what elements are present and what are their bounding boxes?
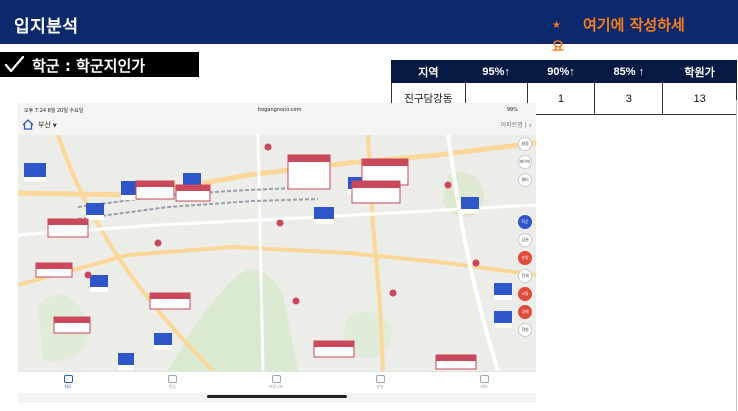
slide-title: 입지분석 bbox=[14, 17, 79, 37]
status-time: 오후 7:24 8월 20일 수요일 bbox=[24, 108, 84, 114]
school-label[interactable] bbox=[121, 181, 137, 200]
cell-85: 3 bbox=[594, 82, 664, 115]
device-status-bar: 오후 7:24 8월 20일 수요일 hogangnono.com 99% bbox=[18, 103, 536, 117]
star-icon: ★ bbox=[552, 20, 561, 31]
map-control-button[interactable]: 필터 bbox=[518, 173, 532, 187]
nav-label: 지도 bbox=[64, 384, 72, 389]
academy-label[interactable] bbox=[47, 218, 89, 238]
header-90: 90%↑ bbox=[526, 60, 596, 83]
academy-pin[interactable] bbox=[276, 219, 284, 227]
school-label[interactable] bbox=[24, 163, 46, 182]
map-view[interactable]: 설정 레이어 필터 학군 상권 분양 전세 교통 경매 학원 bbox=[18, 135, 536, 371]
academy-pin[interactable] bbox=[389, 289, 397, 297]
map-app-screenshot: 오후 7:24 8월 20일 수요일 hogangnono.com 99% 부산… bbox=[18, 103, 536, 403]
nav-item-map[interactable]: 지도 bbox=[48, 375, 88, 390]
heart-icon bbox=[167, 375, 177, 383]
region-dropdown-label: 부산 bbox=[38, 121, 51, 129]
academy-label[interactable] bbox=[287, 154, 331, 190]
header-85: 85% ↑ bbox=[594, 60, 664, 83]
chat-icon bbox=[271, 375, 281, 383]
map-control-button[interactable]: 상권 bbox=[518, 233, 532, 247]
chevron-down-icon: ▼ bbox=[52, 123, 57, 129]
nav-item-my[interactable]: 마이 bbox=[464, 375, 504, 390]
nav-item-presale[interactable]: 분양 bbox=[360, 375, 400, 390]
divider bbox=[736, 100, 737, 411]
academy-pin[interactable] bbox=[154, 239, 162, 247]
bottom-nav: 지도 관심 커뮤니티 분양 마이 bbox=[18, 371, 536, 393]
section-subtitle: 학군 : 학군지인가 bbox=[32, 57, 146, 75]
school-label[interactable] bbox=[494, 311, 512, 328]
search-icon[interactable]: ⌕ bbox=[529, 122, 532, 129]
school-label[interactable] bbox=[154, 333, 172, 350]
map-icon bbox=[63, 375, 73, 383]
header-academy: 학원가 bbox=[662, 60, 737, 83]
search-placeholder: 아파트명 | bbox=[500, 122, 527, 129]
nav-label: 마이 bbox=[480, 384, 488, 389]
map-control-button[interactable]: 전세 bbox=[518, 269, 532, 283]
map-control-button[interactable]: 교통 bbox=[518, 287, 532, 301]
map-control-button[interactable]: 경매 bbox=[518, 305, 532, 319]
header-region: 지역 bbox=[391, 60, 466, 83]
school-label[interactable] bbox=[461, 197, 479, 214]
map-control-button[interactable]: 레이어 bbox=[518, 155, 532, 169]
nav-label: 관심 bbox=[168, 384, 176, 389]
map-canvas[interactable] bbox=[18, 135, 536, 371]
academy-pin[interactable] bbox=[472, 259, 480, 267]
cell-90: 1 bbox=[526, 82, 596, 115]
header-95: 95%↑ bbox=[464, 60, 528, 83]
nav-item-community[interactable]: 커뮤니티 bbox=[256, 375, 296, 390]
academy-label[interactable] bbox=[149, 292, 191, 310]
academy-label[interactable] bbox=[313, 340, 355, 358]
section-subtitle-box: 학군 : 학군지인가 bbox=[0, 52, 199, 77]
home-indicator bbox=[207, 395, 347, 398]
instruction-note-overflow: 요 bbox=[552, 40, 564, 55]
school-label[interactable] bbox=[86, 203, 104, 220]
academy-pin[interactable] bbox=[444, 181, 452, 189]
nav-item-favorites[interactable]: 관심 bbox=[152, 375, 192, 390]
academy-label[interactable] bbox=[53, 316, 91, 334]
academy-label[interactable] bbox=[351, 180, 401, 204]
map-control-button[interactable]: 학원 bbox=[518, 323, 532, 337]
table-header-row: 지역 95%↑ 90%↑ 85% ↑ 학원가 bbox=[391, 60, 737, 83]
academy-pin[interactable] bbox=[292, 297, 300, 305]
app-topbar: 부산 ▼ 아파트명 | ⌕ bbox=[18, 117, 536, 133]
nav-label: 커뮤니티 bbox=[268, 384, 284, 389]
region-dropdown[interactable]: 부산 ▼ bbox=[38, 120, 57, 130]
school-label[interactable] bbox=[494, 283, 512, 300]
slide-header: 입지분석 ★ 여기에 작성하세 bbox=[0, 0, 738, 44]
building-icon bbox=[375, 375, 385, 383]
academy-label[interactable] bbox=[35, 262, 73, 278]
nav-label: 분양 bbox=[376, 384, 384, 389]
school-label[interactable] bbox=[90, 275, 108, 292]
checkmark-icon bbox=[4, 55, 24, 73]
map-control-button[interactable]: 학군 bbox=[518, 215, 532, 229]
school-label[interactable] bbox=[118, 353, 134, 370]
academy-pin[interactable] bbox=[264, 143, 272, 151]
academy-pin[interactable] bbox=[84, 271, 92, 279]
home-icon[interactable] bbox=[22, 119, 34, 130]
academy-label[interactable] bbox=[175, 184, 211, 202]
school-label[interactable] bbox=[314, 207, 334, 224]
instruction-note: 여기에 작성하세 bbox=[583, 16, 685, 34]
search-area[interactable]: 아파트명 | ⌕ bbox=[501, 120, 532, 130]
status-battery: 99% bbox=[506, 107, 518, 113]
slide: 입지분석 ★ 여기에 작성하세 요 학군 : 학군지인가 지역 95%↑ 90%… bbox=[0, 0, 738, 411]
user-icon bbox=[479, 375, 489, 383]
map-control-button[interactable]: 분양 bbox=[518, 251, 532, 265]
status-url: hogangnono.com bbox=[258, 107, 302, 113]
cell-academy: 13 bbox=[662, 82, 737, 115]
academy-label[interactable] bbox=[435, 354, 477, 370]
map-control-button[interactable]: 설정 bbox=[518, 137, 532, 151]
academy-label[interactable] bbox=[135, 180, 175, 200]
